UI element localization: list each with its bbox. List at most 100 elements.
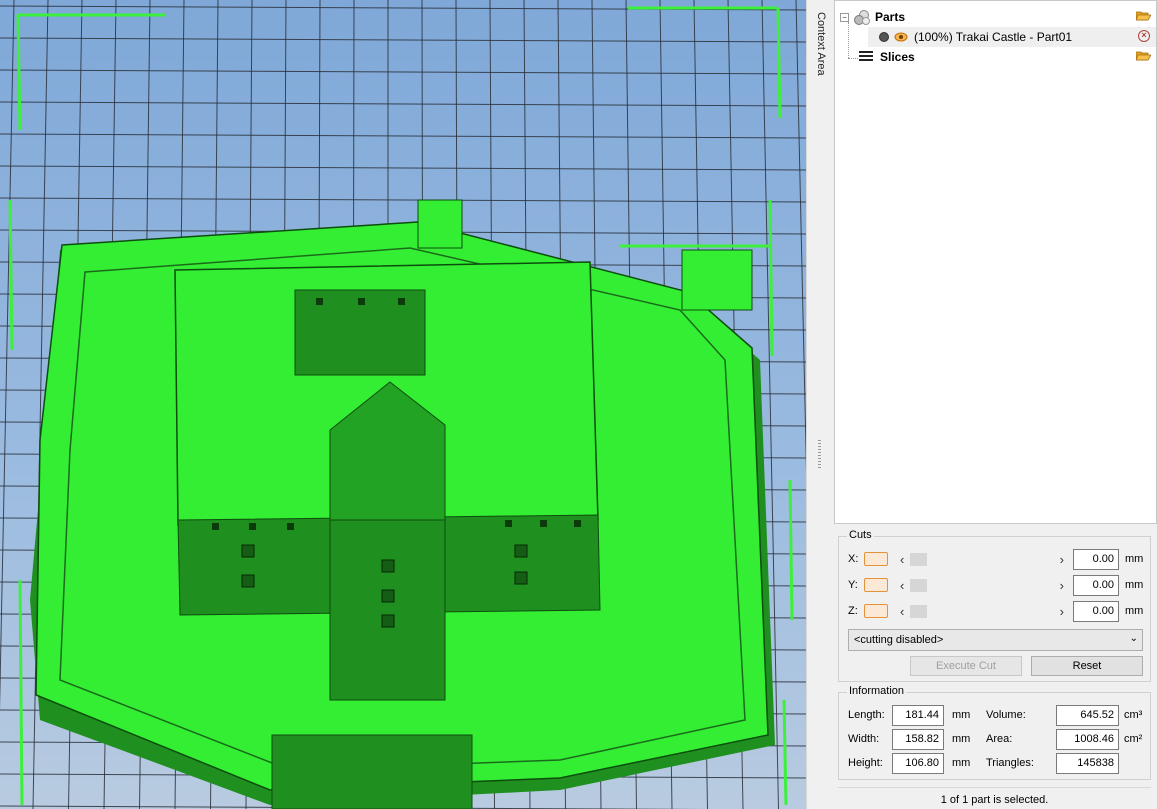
slider-right-arrow[interactable]: › <box>1060 578 1064 593</box>
area-label: Area: <box>986 733 1013 745</box>
status-bar: 1 of 1 part is selected. <box>838 787 1151 809</box>
volume-label: Volume: <box>986 709 1026 721</box>
grid-line <box>0 69 806 75</box>
z-axis-toggle[interactable] <box>864 604 888 618</box>
area-value: 1008.46 <box>1056 729 1119 750</box>
chevron-down-icon: ⌄ <box>1129 633 1138 644</box>
castle-window <box>381 589 395 603</box>
slider-right-arrow[interactable]: › <box>1060 604 1064 619</box>
folder-open-icon[interactable] <box>1136 10 1151 21</box>
castle-window <box>358 298 365 305</box>
castle-window <box>212 523 219 530</box>
x-cut-unit: mm <box>1125 553 1144 565</box>
parts-tree[interactable] <box>834 0 1157 524</box>
z-axis-label: Z: <box>848 605 858 617</box>
castle-window <box>381 559 395 573</box>
z-cut-slider[interactable]: ‹ › <box>898 603 1066 621</box>
castle-window <box>505 520 512 527</box>
slider-left-arrow[interactable]: ‹ <box>900 604 904 619</box>
slices-label: Slices <box>880 50 915 64</box>
3d-viewport[interactable] <box>0 0 806 809</box>
grid-line <box>0 133 806 139</box>
castle-window <box>514 571 528 585</box>
grid-line <box>0 37 806 43</box>
slider-left-arrow[interactable]: ‹ <box>900 552 904 567</box>
y-axis-label: Y: <box>848 579 858 591</box>
castle-model-render[interactable] <box>0 0 806 809</box>
tree-row-slices[interactable]: Slices <box>858 47 915 67</box>
castle-window <box>241 544 255 558</box>
x-cut-slider[interactable]: ‹ › <box>898 551 1066 569</box>
slider-thumb[interactable] <box>910 605 927 618</box>
slider-left-arrow[interactable]: ‹ <box>900 578 904 593</box>
height-value: 106.80 <box>892 753 944 774</box>
cuts-title: Cuts <box>847 529 874 541</box>
castle-window <box>514 544 528 558</box>
spheres-icon <box>854 10 870 25</box>
castle-window <box>241 574 255 588</box>
castle-corner-turret <box>681 249 753 311</box>
tree-row-parts[interactable]: − Parts <box>840 7 905 27</box>
volume-unit: cm³ <box>1124 709 1143 721</box>
grid-line <box>0 197 806 203</box>
build-volume-edge <box>782 699 788 806</box>
x-axis-label: X: <box>848 553 859 565</box>
grid-line <box>0 0 15 711</box>
castle-gatehouse <box>271 734 473 809</box>
build-volume-edge <box>788 479 794 621</box>
width-unit: mm <box>952 733 971 745</box>
delete-icon[interactable]: × <box>1138 30 1150 42</box>
slider-right-arrow[interactable]: › <box>1060 552 1064 567</box>
width-value: 158.82 <box>892 729 944 750</box>
parts-label: Parts <box>875 10 906 24</box>
castle-window <box>316 298 323 305</box>
splitter-handle[interactable] <box>818 440 821 470</box>
triangles-value: 145838 <box>1056 753 1119 774</box>
grid-line <box>0 101 806 107</box>
build-volume-edge <box>16 14 22 131</box>
x-axis-toggle[interactable] <box>864 552 888 566</box>
castle-window <box>249 523 256 530</box>
y-cut-slider[interactable]: ‹ › <box>898 577 1066 595</box>
execute-cut-button[interactable]: Execute Cut <box>910 656 1022 676</box>
context-area-strip[interactable]: Context Area <box>806 0 833 809</box>
volume-value: 645.52 <box>1056 705 1119 726</box>
castle-window <box>287 523 294 530</box>
y-cut-value[interactable]: 0.00 <box>1073 575 1119 596</box>
build-volume-edge <box>776 7 782 119</box>
width-label: Width: <box>848 733 880 745</box>
layers-icon <box>859 51 873 61</box>
x-cut-value[interactable]: 0.00 <box>1073 549 1119 570</box>
information-title: Information <box>847 685 907 697</box>
castle-window <box>574 520 581 527</box>
y-axis-toggle[interactable] <box>864 578 888 592</box>
part-item[interactable]: (100%) Trakai Castle - Part01 <box>878 27 1072 47</box>
slider-thumb[interactable] <box>910 579 927 592</box>
reset-button[interactable]: Reset <box>1031 656 1143 676</box>
area-unit: cm² <box>1124 733 1143 745</box>
material-sphere-icon <box>879 32 889 42</box>
folder-open-icon[interactable] <box>1136 50 1151 61</box>
castle-window <box>398 298 405 305</box>
build-volume-edge <box>8 199 14 351</box>
context-area-label: Context Area <box>815 12 827 76</box>
build-volume-edge <box>768 199 774 357</box>
cutting-mode-select[interactable]: <cutting disabled> ⌄ <box>848 629 1143 651</box>
castle-window <box>540 520 547 527</box>
tree-connector <box>848 58 858 59</box>
length-value: 181.44 <box>892 705 944 726</box>
tree-connector <box>848 22 849 58</box>
triangles-label: Triangles: <box>986 757 1034 769</box>
height-unit: mm <box>952 757 971 769</box>
collapse-toggle[interactable]: − <box>840 12 849 22</box>
z-cut-value[interactable]: 0.00 <box>1073 601 1119 622</box>
length-label: Length: <box>848 709 885 721</box>
z-cut-unit: mm <box>1125 605 1144 617</box>
eye-icon[interactable] <box>894 31 908 43</box>
part-item-label: (100%) Trakai Castle - Part01 <box>914 30 1073 44</box>
castle-window <box>381 614 395 628</box>
slider-thumb[interactable] <box>910 553 927 566</box>
castle-tower-wall <box>329 519 446 701</box>
grid-line <box>0 165 806 171</box>
height-label: Height: <box>848 757 883 769</box>
